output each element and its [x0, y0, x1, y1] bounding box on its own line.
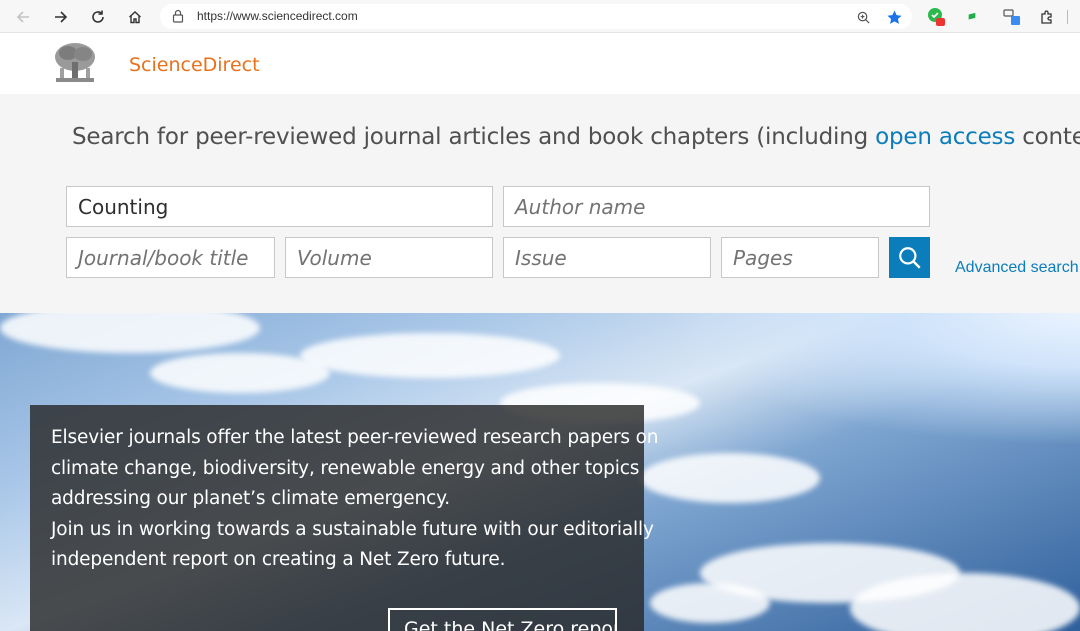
extension-translate-button[interactable] — [1002, 7, 1022, 27]
brand-link[interactable]: ScienceDirect — [129, 54, 260, 76]
extension-flag-button[interactable] — [962, 7, 982, 27]
translate-icon — [1003, 9, 1020, 25]
promo-panel: Elsevier journals offer the latest peer-… — [30, 405, 659, 631]
elsevier-tree-logo[interactable] — [50, 40, 100, 86]
extension-wechat-button[interactable] — [926, 7, 946, 27]
toolbar-divider — [1067, 10, 1068, 24]
search-icon — [898, 246, 921, 269]
hero-banner: Elsevier journals offer the latest peer-… — [0, 313, 1080, 631]
promo-text-line: addressing our planet’s climate emergenc… — [51, 488, 450, 509]
author-input[interactable]: Author name — [503, 186, 930, 227]
advanced-search-link[interactable]: Advanced search — [955, 259, 1079, 277]
zoom-button[interactable] — [853, 7, 873, 27]
pages-input[interactable]: Pages — [721, 237, 879, 278]
cloud — [640, 453, 820, 503]
promo-text-line: climate change, biodiversity, renewable … — [51, 458, 640, 479]
promo-text-line: independent report on creating a Net Zer… — [51, 549, 506, 570]
extensions-button[interactable] — [1037, 7, 1057, 27]
reload-button[interactable] — [86, 5, 110, 29]
cloud — [650, 583, 770, 623]
promo-text-line: Join us in working towards a sustainable… — [51, 519, 654, 540]
url-text[interactable]: https://www.sciencedirect.com — [197, 9, 358, 23]
favorite-button[interactable] — [884, 7, 904, 27]
chat-extension-icon — [928, 8, 945, 26]
site-header: ScienceDirect — [0, 33, 1080, 94]
puzzle-icon — [1041, 10, 1052, 24]
cloud — [300, 333, 560, 378]
issue-input[interactable]: Issue — [503, 237, 711, 278]
keywords-input[interactable]: Counting — [66, 186, 493, 227]
home-button[interactable] — [123, 5, 147, 29]
search-heading-suffix: content) — [1022, 124, 1080, 150]
lock-icon — [172, 9, 184, 23]
search-heading-prefix: Search for peer-reviewed journal article… — [72, 124, 876, 150]
quick-search-panel: Search for peer-reviewed journal article… — [0, 94, 1080, 313]
star-icon — [886, 10, 902, 24]
flag-icon — [968, 12, 976, 20]
cloud — [0, 313, 260, 353]
zoom-icon — [857, 11, 870, 24]
home-icon — [129, 11, 141, 24]
volume-input[interactable]: Volume — [285, 237, 493, 278]
arrow-left-icon — [16, 11, 29, 23]
journal-title-input[interactable]: Journal/book title — [66, 237, 275, 278]
promo-text-line: Elsevier journals offer the latest peer-… — [51, 427, 659, 448]
browser-toolbar: https://www.sciencedirect.com — [0, 0, 1080, 33]
reload-icon — [92, 10, 104, 23]
open-access-link[interactable]: open access — [875, 124, 1015, 150]
arrow-right-icon — [55, 11, 68, 23]
search-submit-button[interactable] — [889, 237, 930, 278]
back-button[interactable] — [11, 5, 35, 29]
search-heading: Search for peer-reviewed journal article… — [72, 124, 1080, 150]
net-zero-report-button[interactable]: Get the Net Zero report — [388, 608, 617, 631]
forward-button[interactable] — [49, 5, 73, 29]
